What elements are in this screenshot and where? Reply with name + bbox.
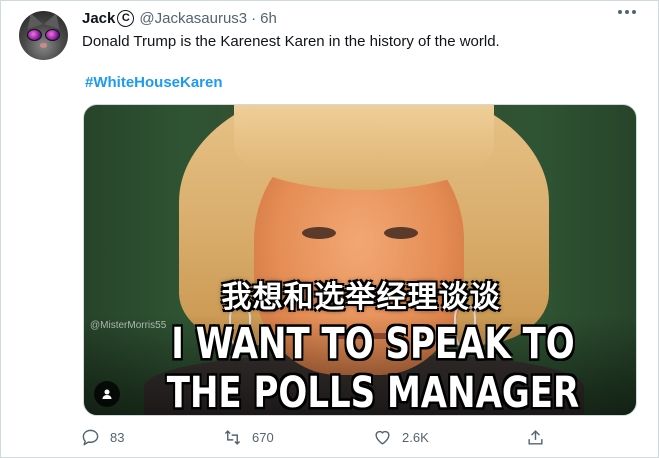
- share-button[interactable]: [526, 428, 555, 447]
- like-button[interactable]: 2.6K: [373, 428, 429, 447]
- cat-ear-left: [23, 11, 43, 30]
- speech-bubble-icon: [82, 429, 99, 446]
- copyright-badge-icon: C: [117, 9, 135, 27]
- more-options-icon[interactable]: [618, 10, 636, 14]
- avatar[interactable]: [19, 11, 68, 60]
- meme-caption-line-1: I WANT TO SPEAK TO: [171, 319, 575, 369]
- author-handle[interactable]: @Jackasaurus3: [139, 10, 247, 27]
- author-name[interactable]: Jack: [82, 10, 115, 27]
- like-count: 2.6K: [402, 430, 429, 445]
- reply-button[interactable]: 83: [81, 428, 124, 447]
- tweet-header: Jack C @Jackasaurus3 · 6h: [82, 8, 277, 28]
- meme-caption-line-2: THE POLLS MANAGER: [166, 368, 580, 416]
- chinese-caption: 我想和选举经理谈谈: [221, 280, 501, 315]
- retweet-button[interactable]: 670: [223, 428, 274, 447]
- eye-left: [302, 227, 336, 239]
- hashtag-link[interactable]: #WhiteHouseKaren: [85, 74, 223, 91]
- tweet-card[interactable]: Jack C @Jackasaurus3 · 6h Donald Trump i…: [0, 0, 659, 458]
- heart-icon: [375, 430, 390, 445]
- tweet-media-image[interactable]: 我想和选举经理谈谈 @MisterMorris55 I WANT TO SPEA…: [83, 104, 637, 416]
- bangs: [234, 105, 494, 190]
- cat-ear-right: [44, 11, 64, 30]
- dot: [618, 10, 622, 14]
- sunglasses-right-lens: [45, 29, 60, 41]
- retweet-arrows-icon: [224, 430, 241, 445]
- tweet-text: Donald Trump is the Karenest Karen in th…: [82, 33, 500, 50]
- share-upload-icon: [528, 430, 543, 445]
- person-icon: [102, 389, 112, 399]
- separator-dot: ·: [251, 9, 257, 27]
- dot: [625, 10, 629, 14]
- reply-count: 83: [110, 430, 125, 445]
- cat-nose: [40, 43, 47, 48]
- tweet-timestamp[interactable]: 6h: [260, 10, 277, 27]
- dot: [632, 10, 636, 14]
- tweet-actions: 83 670 2.6K: [81, 428, 561, 450]
- retweet-count: 670: [252, 430, 274, 445]
- tagged-users-button[interactable]: [94, 381, 120, 407]
- sunglasses-left-lens: [27, 29, 42, 41]
- eye-right: [384, 227, 418, 239]
